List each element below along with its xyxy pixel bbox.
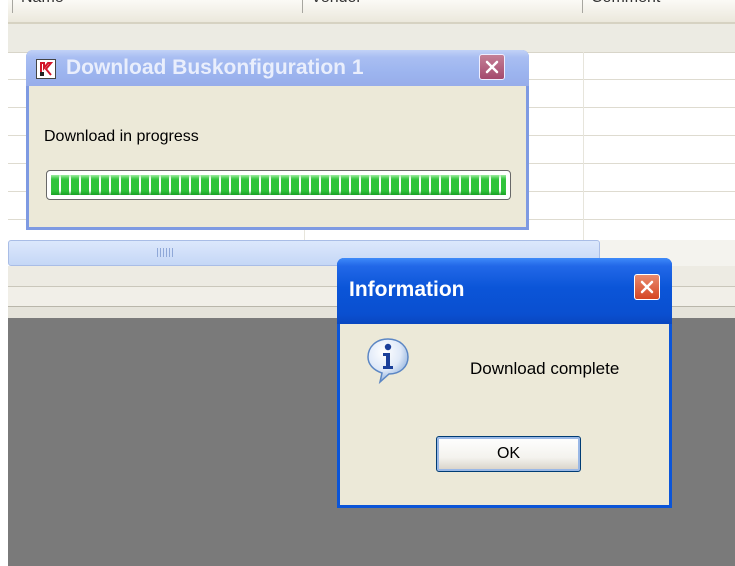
app-icon: [36, 59, 56, 79]
close-icon[interactable]: [479, 54, 505, 80]
column-header-comment[interactable]: Comment: [582, 0, 660, 13]
column-divider: [583, 52, 584, 240]
download-window-titlebar[interactable]: Download Buskonfiguration 1: [26, 50, 529, 86]
progress-bar: [46, 170, 511, 200]
download-status: Download in progress: [44, 128, 199, 145]
table-header: Name Vendor Comment: [8, 0, 735, 24]
progress-fill: [51, 175, 506, 195]
download-window-title: Download Buskonfiguration 1: [66, 56, 364, 79]
ok-button[interactable]: OK: [436, 436, 581, 472]
information-dialog: Information Download complete OK: [337, 258, 672, 508]
dialog-body: Download complete OK: [340, 324, 669, 505]
information-dialog-titlebar[interactable]: Information: [337, 258, 672, 324]
column-header-vendor[interactable]: Vendor: [302, 0, 362, 13]
close-icon[interactable]: [634, 274, 660, 300]
dialog-message: Download complete: [470, 359, 620, 378]
table-first-row[interactable]: [8, 24, 735, 53]
info-icon: [366, 336, 410, 385]
download-window: Download Buskonfiguration 1 Download in …: [26, 50, 529, 230]
column-header-name[interactable]: Name: [12, 0, 64, 13]
scrollbar-grip-icon[interactable]: [157, 248, 173, 257]
information-dialog-title: Information: [349, 278, 465, 301]
